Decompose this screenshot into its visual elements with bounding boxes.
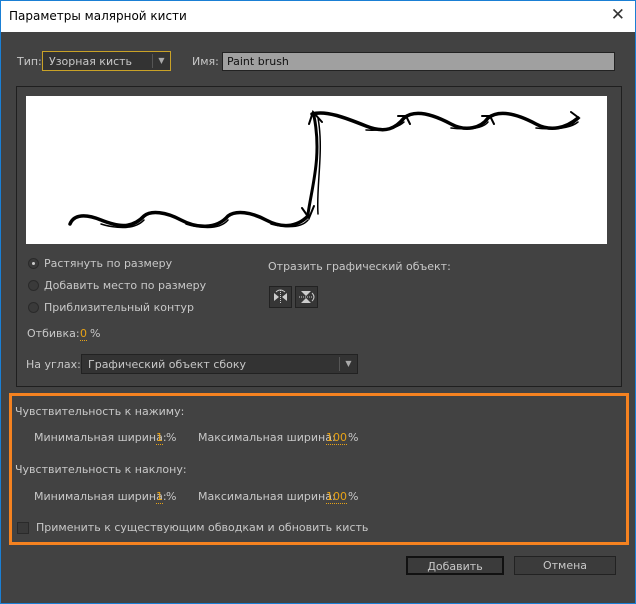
- pressure-max-label: Максимальная ширина:: [198, 431, 336, 444]
- type-select[interactable]: Узорная кисть ▼: [42, 51, 171, 71]
- flip-horizontal-icon: [274, 289, 287, 304]
- corners-value: Графический объект сбоку: [88, 358, 247, 371]
- name-value: Paint brush: [227, 55, 289, 68]
- type-value: Узорная кисть: [49, 55, 133, 68]
- chevron-down-icon: ▼: [152, 54, 170, 68]
- pressure-max-unit: %: [348, 431, 359, 444]
- spacing-value[interactable]: 0: [80, 327, 87, 341]
- apply-label: Применить к существующим обводкам и обно…: [36, 521, 369, 534]
- spacing-unit: %: [90, 327, 101, 340]
- brush-preview: [26, 96, 607, 244]
- tilt-min-label: Минимальная ширина:: [34, 490, 167, 503]
- radio-stretch-to-fit[interactable]: [28, 258, 39, 269]
- brush-options-dialog: Параметры малярной кисти ✕ Тип: Узорная …: [0, 0, 636, 604]
- radio-approximate-path[interactable]: [28, 302, 39, 313]
- tilt-min-value[interactable]: 1: [156, 490, 163, 504]
- pressure-min-unit: %: [166, 431, 177, 444]
- radio-add-space-to-fit[interactable]: [28, 280, 39, 291]
- flip-along-button[interactable]: [269, 286, 292, 308]
- radio-label: Растянуть по размеру: [44, 257, 173, 270]
- add-button[interactable]: Добавить: [406, 556, 504, 575]
- name-label: Имя:: [192, 55, 219, 68]
- radio-label: Приблизительный контур: [44, 301, 195, 314]
- chevron-down-icon: ▼: [339, 357, 357, 371]
- pressure-min-value[interactable]: 1: [156, 431, 163, 445]
- brush-stroke-drawing: [68, 110, 581, 229]
- close-icon[interactable]: ✕: [611, 5, 625, 25]
- dialog-title: Параметры малярной кисти: [9, 9, 187, 23]
- tilt-min-unit: %: [166, 490, 177, 503]
- spacing-label: Отбивка:: [27, 327, 80, 340]
- corners-label: На углах:: [26, 358, 81, 371]
- type-label: Тип:: [17, 55, 42, 68]
- pressure-max-value[interactable]: 100: [326, 431, 347, 445]
- flip-vertical-icon: [299, 291, 315, 303]
- apply-to-strokes-checkbox[interactable]: [17, 522, 29, 534]
- name-input[interactable]: Paint brush: [222, 52, 615, 71]
- pressure-min-label: Минимальная ширина:: [34, 431, 167, 444]
- flip-label: Отразить графический объект:: [268, 260, 451, 273]
- tilt-title: Чувствительность к наклону:: [15, 463, 187, 476]
- radio-label: Добавить место по размеру: [44, 279, 207, 292]
- tilt-max-unit: %: [348, 490, 359, 503]
- corners-select[interactable]: Графический объект сбоку ▼: [81, 354, 358, 374]
- pressure-title: Чувствительность к нажиму:: [15, 405, 185, 418]
- tilt-max-label: Максимальная ширина:: [198, 490, 336, 503]
- flip-across-button[interactable]: [295, 286, 318, 308]
- title-bar: Параметры малярной кисти ✕: [1, 1, 635, 32]
- cancel-button[interactable]: Отмена: [514, 556, 616, 575]
- tilt-max-value[interactable]: 100: [326, 490, 347, 504]
